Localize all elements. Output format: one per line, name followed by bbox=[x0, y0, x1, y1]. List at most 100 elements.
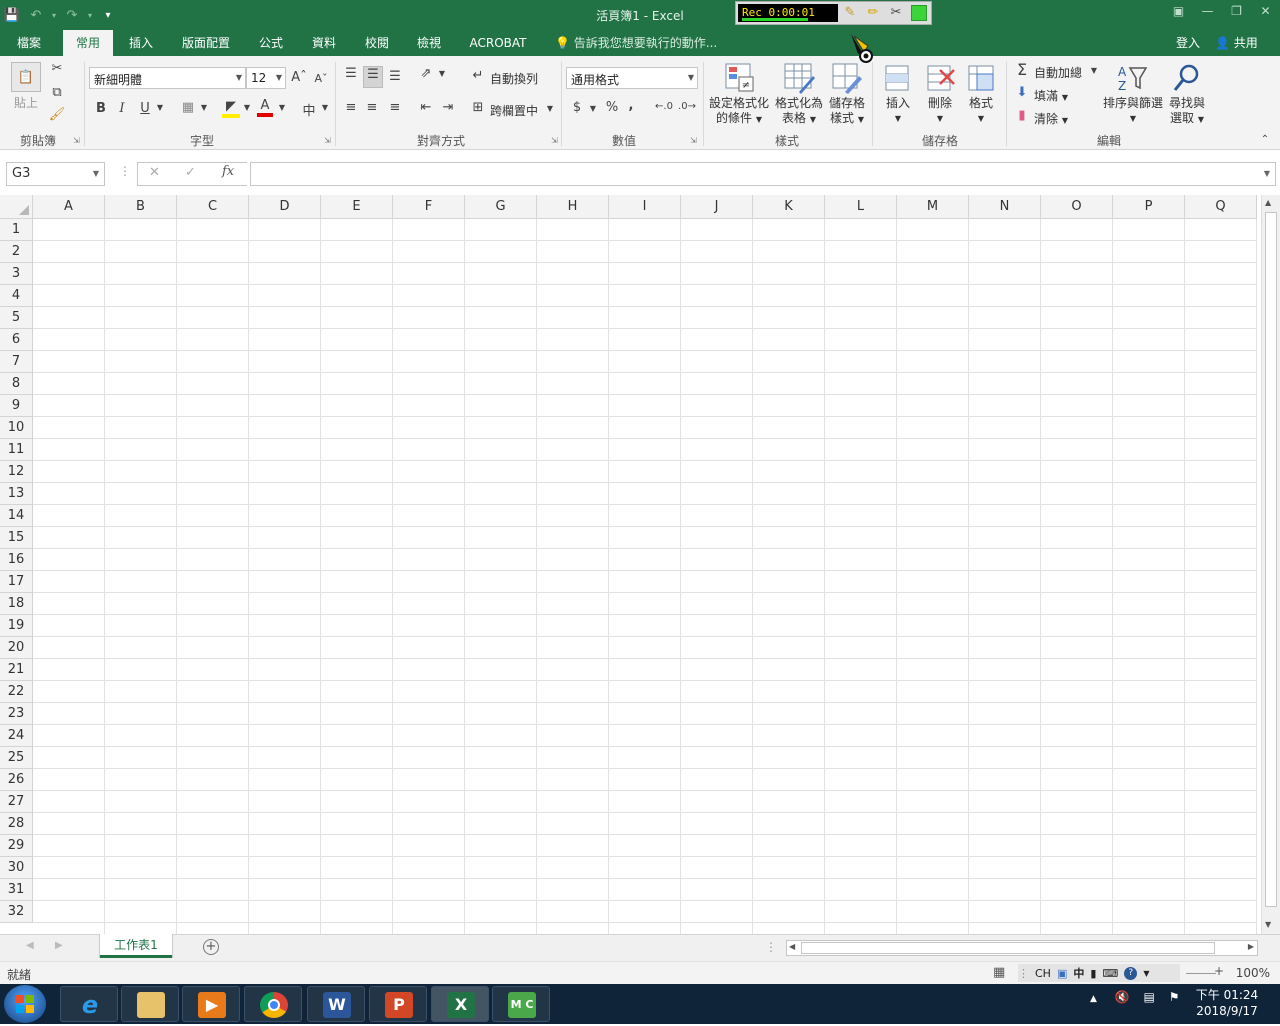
borders-icon[interactable]: ▦ bbox=[179, 100, 197, 115]
column-header[interactable]: N bbox=[969, 195, 1041, 219]
column-header[interactable]: O bbox=[1041, 195, 1113, 219]
volume-icon[interactable]: 🔇 bbox=[1115, 990, 1130, 1004]
row-header[interactable]: 29 bbox=[0, 835, 33, 857]
column-header[interactable]: B bbox=[105, 195, 177, 219]
column-header[interactable]: M bbox=[897, 195, 969, 219]
number-launcher-icon[interactable]: ⇲ bbox=[690, 136, 697, 145]
row-header[interactable]: 32 bbox=[0, 901, 33, 923]
autosum-button[interactable]: 自動加總 bbox=[1034, 64, 1082, 81]
tell-me-box[interactable]: 💡 告訴我您想要執行的動作... bbox=[555, 30, 717, 56]
align-bottom-icon[interactable]: ☰ bbox=[386, 69, 404, 84]
tab-split-handle[interactable]: ⋮ bbox=[765, 940, 777, 954]
align-left-icon[interactable]: ≡ bbox=[342, 100, 360, 115]
borders-dropdown-icon[interactable]: ▼ bbox=[199, 103, 209, 112]
row-header[interactable]: 9 bbox=[0, 395, 33, 417]
scroll-down-icon[interactable]: ▼ bbox=[1265, 920, 1271, 929]
ime-mode[interactable]: 中 bbox=[1073, 965, 1084, 981]
share-button[interactable]: 👤 共用 bbox=[1215, 30, 1258, 56]
font-color-dropdown-icon[interactable]: ▼ bbox=[277, 103, 287, 112]
row-header[interactable]: 18 bbox=[0, 593, 33, 615]
conditional-formatting-icon[interactable]: ≠ bbox=[724, 62, 756, 94]
row-header[interactable]: 2 bbox=[0, 241, 33, 263]
undo-icon[interactable]: ↶ bbox=[24, 8, 48, 23]
format-cells-button[interactable]: 格式 ▼ bbox=[959, 96, 1003, 126]
sort-filter-button[interactable]: 排序與篩選 ▼ bbox=[1100, 96, 1166, 126]
insert-function-button[interactable]: fx bbox=[222, 164, 234, 179]
fill-down-icon[interactable]: ⬇ bbox=[1014, 85, 1030, 100]
orientation-dropdown-icon[interactable]: ▼ bbox=[437, 69, 447, 78]
row-header[interactable]: 7 bbox=[0, 351, 33, 373]
fill-color-dropdown-icon[interactable]: ▼ bbox=[242, 103, 252, 112]
ime-language[interactable]: CH bbox=[1035, 967, 1051, 980]
worksheet-grid[interactable]: ABCDEFGHIJKLMNOPQ 1 2 3 4 5 6 7 8 9 10 11 12 13 14 15 1… bbox=[0, 195, 1280, 934]
row-header[interactable]: 22 bbox=[0, 681, 33, 703]
help-icon[interactable]: ? bbox=[1124, 966, 1138, 980]
find-select-button[interactable]: 尋找與 選取 ▼ bbox=[1165, 96, 1209, 127]
row-header[interactable]: 27 bbox=[0, 791, 33, 813]
stop-record-icon[interactable] bbox=[911, 5, 927, 21]
start-button[interactable] bbox=[4, 985, 46, 1023]
row-header[interactable]: 8 bbox=[0, 373, 33, 395]
zoom-level[interactable]: 100% bbox=[1236, 966, 1270, 980]
conditional-formatting-button[interactable]: 設定格式化 的條件 ▼ bbox=[707, 96, 771, 127]
column-header[interactable]: A bbox=[33, 195, 105, 219]
cell-area[interactable] bbox=[33, 219, 1257, 934]
add-sheet-icon[interactable]: + bbox=[203, 939, 219, 955]
font-name-combo[interactable]: 新細明體 ▼ bbox=[89, 67, 246, 89]
tab-review[interactable]: 校閱 bbox=[356, 30, 398, 56]
merge-dropdown-icon[interactable]: ▼ bbox=[545, 104, 555, 113]
save-icon[interactable]: 💾 bbox=[0, 8, 24, 23]
increase-decimal-icon[interactable]: ←.0 bbox=[654, 101, 674, 112]
formula-input[interactable]: ▼ bbox=[250, 162, 1276, 186]
scroll-right-icon[interactable]: ▶ bbox=[1248, 942, 1254, 951]
currency-dropdown-icon[interactable]: ▼ bbox=[588, 104, 598, 113]
column-header[interactable]: G bbox=[465, 195, 537, 219]
tab-page-layout[interactable]: 版面配置 bbox=[174, 30, 238, 56]
copy-icon[interactable]: ⧉ bbox=[48, 85, 66, 100]
clipboard-launcher-icon[interactable]: ⇲ bbox=[73, 136, 80, 145]
bold-button[interactable]: B bbox=[93, 101, 109, 116]
redo-icon[interactable]: ↷ bbox=[60, 8, 84, 23]
increase-font-icon[interactable]: Aˆ bbox=[291, 70, 307, 85]
ime-handle[interactable]: ⋮ bbox=[1018, 967, 1029, 980]
taskbar-powerpoint[interactable]: P bbox=[369, 986, 427, 1022]
pencil-icon[interactable]: ✏ bbox=[865, 5, 881, 21]
format-cells-icon[interactable] bbox=[965, 62, 997, 94]
cell-styles-icon[interactable] bbox=[831, 62, 863, 94]
phonetic-guide-icon[interactable]: 中 bbox=[299, 100, 319, 119]
column-header[interactable]: H bbox=[537, 195, 609, 219]
row-header[interactable]: 3 bbox=[0, 263, 33, 285]
row-header[interactable]: 6 bbox=[0, 329, 33, 351]
row-header[interactable]: 12 bbox=[0, 461, 33, 483]
collapse-ribbon-icon[interactable]: ⌃ bbox=[1258, 134, 1272, 145]
scroll-up-icon[interactable]: ▲ bbox=[1265, 198, 1271, 207]
column-header[interactable]: P bbox=[1113, 195, 1185, 219]
row-header[interactable]: 19 bbox=[0, 615, 33, 637]
tab-file[interactable]: 檔案 bbox=[8, 30, 50, 56]
row-header[interactable]: 17 bbox=[0, 571, 33, 593]
insert-cells-icon[interactable] bbox=[882, 62, 914, 94]
row-header[interactable]: 13 bbox=[0, 483, 33, 505]
align-middle-icon[interactable]: ☰ bbox=[363, 66, 383, 88]
cell-styles-button[interactable]: 儲存格 樣式 ▼ bbox=[825, 96, 869, 127]
row-header[interactable]: 15 bbox=[0, 527, 33, 549]
taskbar-word[interactable]: W bbox=[307, 986, 365, 1022]
name-box[interactable]: G3 ▼ bbox=[6, 162, 105, 186]
row-header[interactable]: 25 bbox=[0, 747, 33, 769]
clear-button[interactable]: 清除 ▼ bbox=[1034, 110, 1068, 127]
underline-button[interactable]: U bbox=[137, 101, 153, 116]
zoom-in-icon[interactable]: + bbox=[1214, 964, 1224, 978]
row-header[interactable]: 16 bbox=[0, 549, 33, 571]
row-header[interactable]: 24 bbox=[0, 725, 33, 747]
tab-acrobat[interactable]: ACROBAT bbox=[464, 30, 532, 56]
sort-filter-icon[interactable]: AZ bbox=[1116, 62, 1148, 94]
eraser-icon[interactable]: ▮ bbox=[1014, 108, 1030, 123]
format-painter-icon[interactable]: 🖌 bbox=[48, 107, 66, 122]
network-icon[interactable]: ▤ bbox=[1144, 990, 1155, 1004]
ime-icon[interactable]: ▣ bbox=[1057, 967, 1067, 980]
cut-icon[interactable]: ✂ bbox=[48, 61, 66, 76]
taskbar-camtasia[interactable]: M C bbox=[492, 986, 550, 1022]
comma-button[interactable]: , bbox=[626, 98, 636, 113]
sign-in-link[interactable]: 登入 bbox=[1176, 30, 1200, 56]
row-header[interactable]: 30 bbox=[0, 857, 33, 879]
